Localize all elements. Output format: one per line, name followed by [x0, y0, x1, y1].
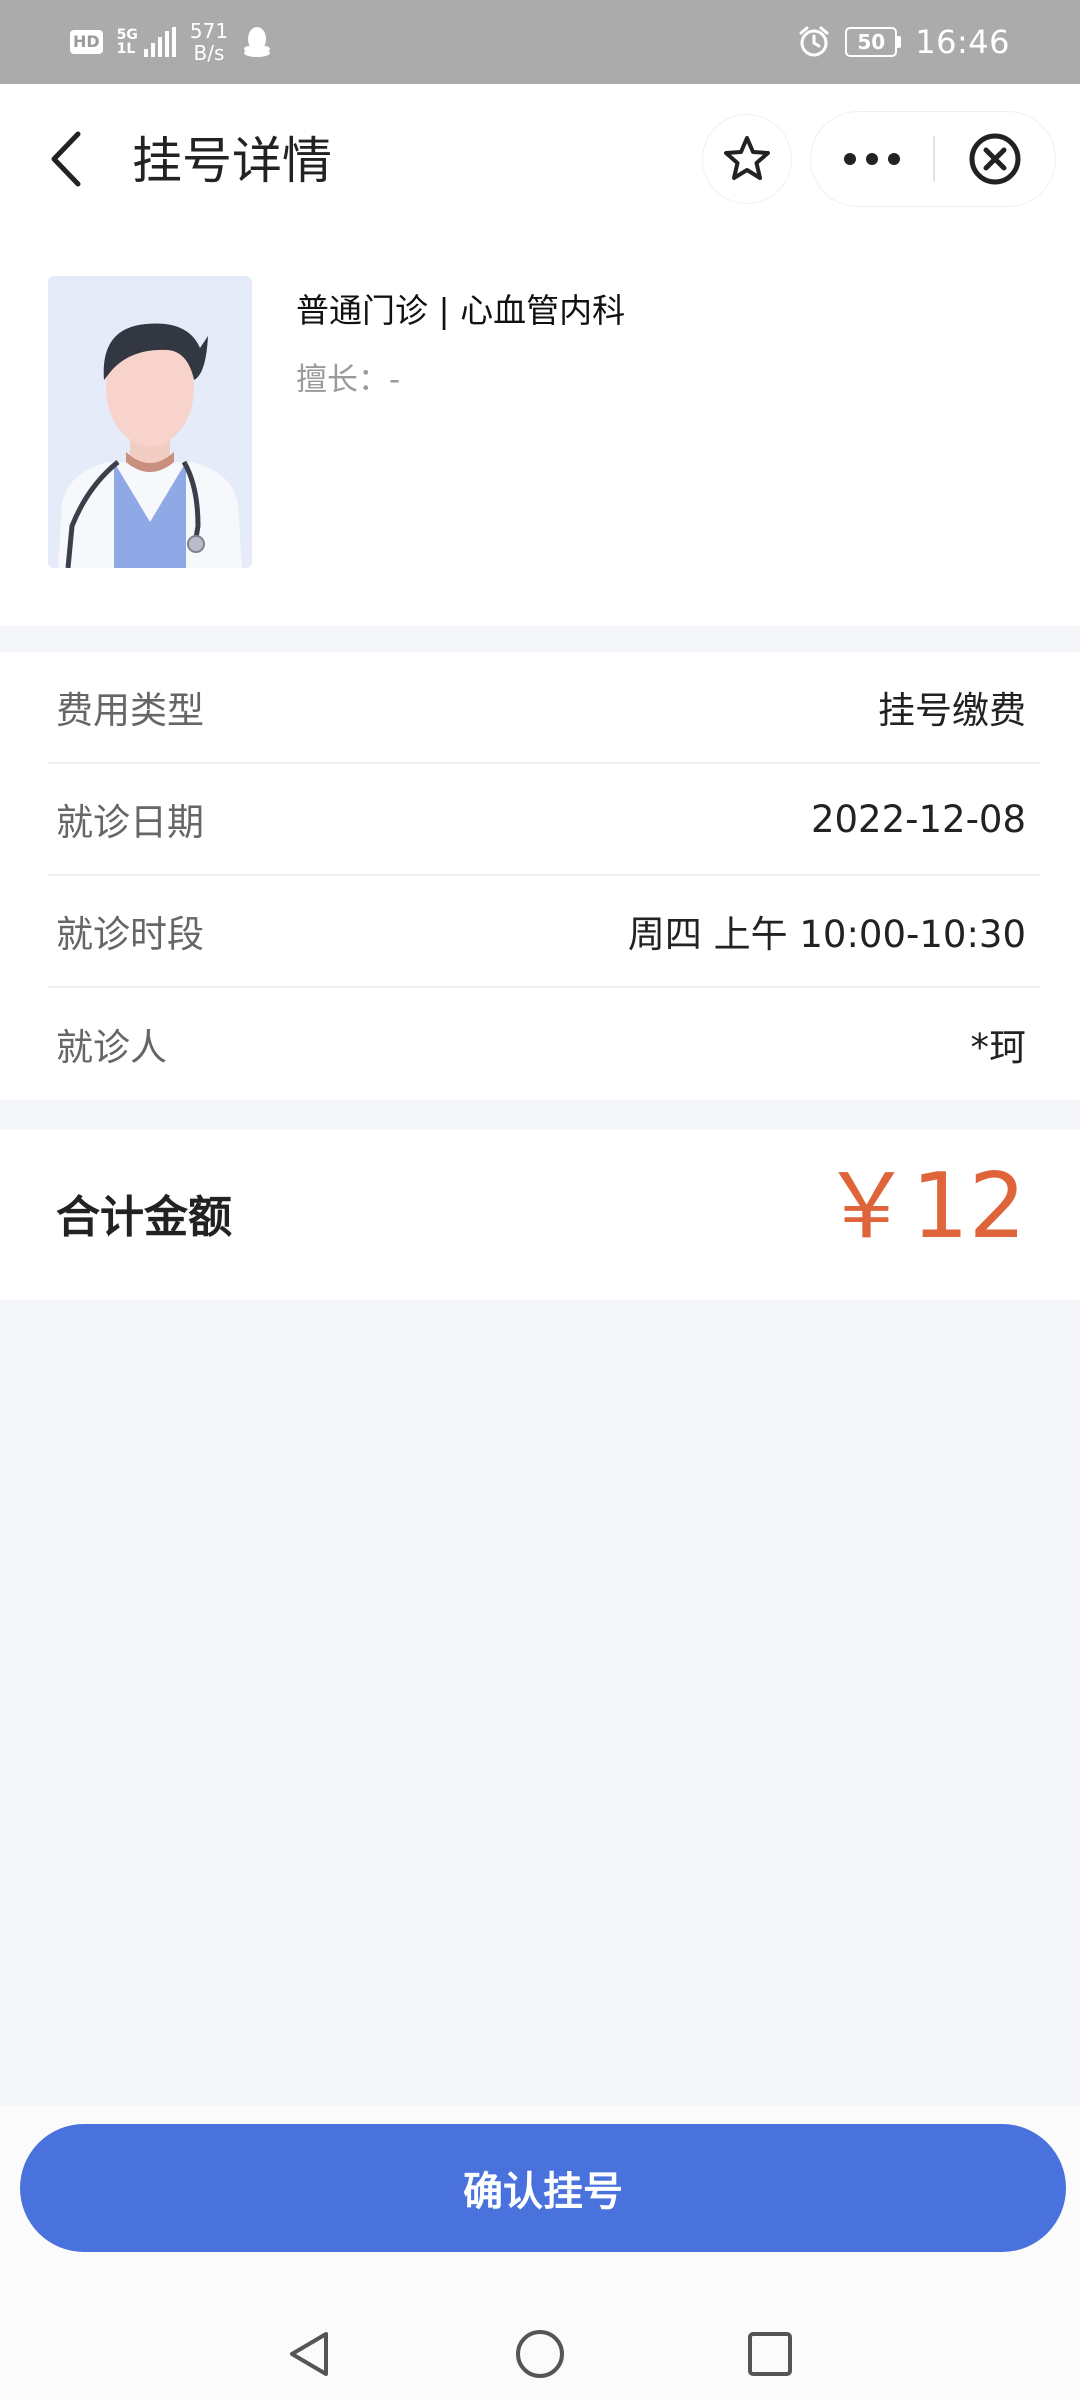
info-value: 挂号缴费 [878, 689, 1026, 732]
network-sub-label: 1L [116, 41, 136, 57]
network-label: 5G [116, 27, 138, 43]
info-row-fee-type: 费用类型 挂号缴费 [48, 652, 1040, 764]
info-value: 2022-12-08 [810, 797, 1026, 841]
signal-indicator: 5G 1L [117, 27, 176, 57]
info-row-time-slot: 就诊时段 周四 上午 10:00-10:30 [48, 876, 1040, 988]
battery-icon: 50 [845, 27, 902, 57]
appointment-info-list: 费用类型 挂号缴费 就诊日期 2022-12-08 就诊时段 周四 上午 10:… [0, 652, 1080, 1100]
speed-unit: B/s [193, 41, 225, 65]
status-bar: HD 5G 1L 571 B/s 50 16:46 [0, 0, 1080, 84]
status-left: HD 5G 1L 571 B/s [70, 20, 272, 64]
more-dots-icon [844, 153, 900, 165]
system-back-icon[interactable] [282, 2326, 338, 2382]
close-circle-icon [969, 133, 1021, 185]
info-label: 就诊日期 [56, 801, 204, 844]
info-row-patient: 就诊人 *珂 [48, 988, 1040, 1100]
speed-value: 571 [189, 19, 229, 43]
doctor-avatar [48, 276, 252, 568]
info-value: *珂 [970, 1026, 1027, 1069]
miniprogram-capsule [810, 111, 1056, 207]
network-speed: 571 B/s [190, 20, 228, 64]
qq-penguin-icon [244, 27, 271, 57]
network-type: 5G 1L [117, 28, 138, 56]
status-right: 50 16:46 [797, 23, 1010, 61]
confirm-registration-button[interactable]: 确认挂号 [20, 2124, 1066, 2252]
doctor-clinic-title: 普通门诊 | 心血管内科 [296, 291, 626, 330]
system-recents-icon[interactable] [742, 2326, 798, 2382]
info-row-visit-date: 就诊日期 2022-12-08 [48, 764, 1040, 876]
hd-badge: HD [70, 30, 103, 54]
alarm-icon [799, 26, 829, 57]
bottom-bar: 确认挂号 [0, 2106, 1080, 2400]
back-arrow-icon[interactable] [46, 124, 86, 194]
info-value: 周四 上午 10:00-10:30 [627, 913, 1026, 956]
total-label: 合计金额 [56, 1192, 232, 1243]
status-time: 16:46 [915, 23, 1010, 61]
close-button[interactable] [935, 111, 1055, 207]
page-title: 挂号详情 [132, 132, 332, 190]
total-price: ￥12 [821, 1154, 1026, 1259]
info-label: 费用类型 [56, 689, 204, 732]
doctor-specialty: 擅长：- [296, 362, 401, 398]
doctor-card: 普通门诊 | 心血管内科 擅长：- [0, 234, 1080, 626]
more-button[interactable] [811, 111, 933, 207]
favorite-button[interactable] [702, 114, 792, 204]
battery-level: 50 [845, 27, 898, 57]
total-amount-card: 合计金额 ￥12 [0, 1130, 1080, 1300]
info-label: 就诊人 [56, 1026, 167, 1069]
nav-bar: 挂号详情 [0, 84, 1080, 234]
signal-bars-icon [143, 27, 176, 57]
system-home-icon[interactable] [512, 2326, 568, 2382]
system-navigation-bar [0, 2306, 1080, 2400]
star-icon [724, 136, 770, 180]
info-label: 就诊时段 [56, 913, 204, 956]
